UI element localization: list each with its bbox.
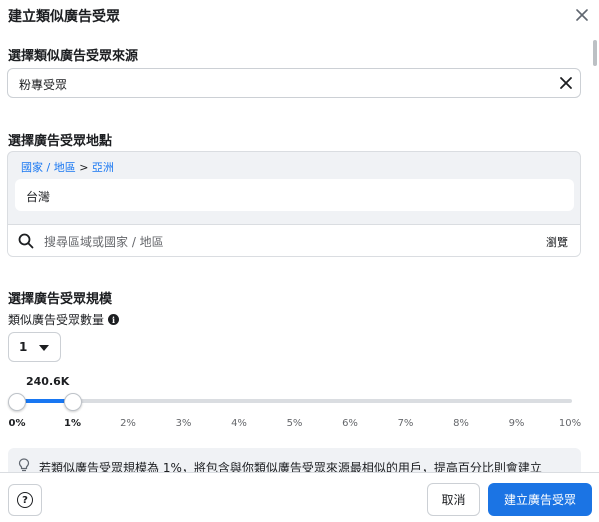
search-icon <box>18 233 34 249</box>
size-slider-track[interactable] <box>17 399 572 403</box>
slider-end-handle[interactable] <box>63 393 82 411</box>
breadcrumb-asia-link[interactable]: 亞洲 <box>92 161 114 174</box>
location-section-title: 選擇廣告受眾地點 <box>8 134 113 149</box>
source-value: 粉專受眾 <box>19 78 68 92</box>
location-search-field[interactable]: 搜尋區域或國家 / 地區 瀏覽 <box>8 224 580 256</box>
breadcrumb-separator: > <box>79 161 89 174</box>
slider-tick-label: 5% <box>286 418 303 429</box>
source-field[interactable]: 粉專受眾 <box>7 68 581 98</box>
slider-tick-label: 10% <box>558 418 582 429</box>
create-audience-button[interactable]: 建立廣告受眾 <box>488 483 592 516</box>
selected-location-item[interactable]: 台灣 <box>15 179 574 211</box>
estimated-reach: 240.6K <box>26 375 70 388</box>
browse-link[interactable]: 瀏覽 <box>546 234 568 250</box>
clear-icon[interactable] <box>559 76 573 90</box>
source-section-title: 選擇類似廣告受眾來源 <box>8 49 139 64</box>
audience-count-label-text: 類似廣告受眾數量 <box>8 313 105 327</box>
dialog-footer: ? 取消 建立廣告受眾 <box>0 472 599 522</box>
caret-down-icon <box>39 345 49 351</box>
slider-tick-label: 4% <box>231 418 247 429</box>
help-button[interactable]: ? <box>8 484 42 516</box>
close-icon <box>576 9 588 21</box>
breadcrumb: 國家 / 地區 > 亞洲 <box>21 159 114 175</box>
selected-location-label: 台灣 <box>26 190 51 204</box>
hint-banner: 若類似廣告受眾規模為 1%，將包含與你類似廣告受眾來源最相似的用戶，提高百分比則… <box>8 448 581 472</box>
slider-start-handle[interactable] <box>8 393 26 411</box>
slider-tick-label: 2% <box>120 418 136 429</box>
help-icon: ? <box>17 492 33 508</box>
slider-tick-label: 3% <box>175 418 192 429</box>
lightbulb-icon <box>18 458 30 472</box>
size-section-title: 選擇廣告受眾規模 <box>8 292 113 307</box>
audience-count-value: 1 <box>19 340 28 354</box>
slider-tick-label: 1% <box>64 418 81 429</box>
info-icon[interactable]: i <box>108 314 120 325</box>
hint-text: 若類似廣告受眾規模為 1%，將包含與你類似廣告受眾來源最相似的用戶，提高百分比則… <box>39 461 542 472</box>
breadcrumb-countries-link[interactable]: 國家 / 地區 <box>21 161 76 174</box>
dialog-scrollbar[interactable] <box>593 40 597 66</box>
audience-count-dropdown[interactable]: 1 <box>8 332 61 362</box>
location-panel: 國家 / 地區 > 亞洲 台灣 搜尋區域或國家 / 地區 瀏覽 <box>7 151 581 257</box>
dialog-title: 建立類似廣告受眾 <box>8 9 120 25</box>
slider-tick-label: 6% <box>342 418 358 429</box>
location-search-placeholder: 搜尋區域或國家 / 地區 <box>44 235 164 249</box>
slider-tick-label: 7% <box>397 418 414 429</box>
dialog-header: 建立類似廣告受眾 <box>0 0 599 34</box>
close-button[interactable] <box>572 5 592 25</box>
cancel-button[interactable]: 取消 <box>427 483 480 516</box>
audience-count-label: 類似廣告受眾數量 i <box>8 311 120 328</box>
slider-tick-label: 9% <box>508 418 525 429</box>
slider-tick-label: 8% <box>453 418 469 429</box>
slider-tick-label: 0% <box>8 418 26 429</box>
